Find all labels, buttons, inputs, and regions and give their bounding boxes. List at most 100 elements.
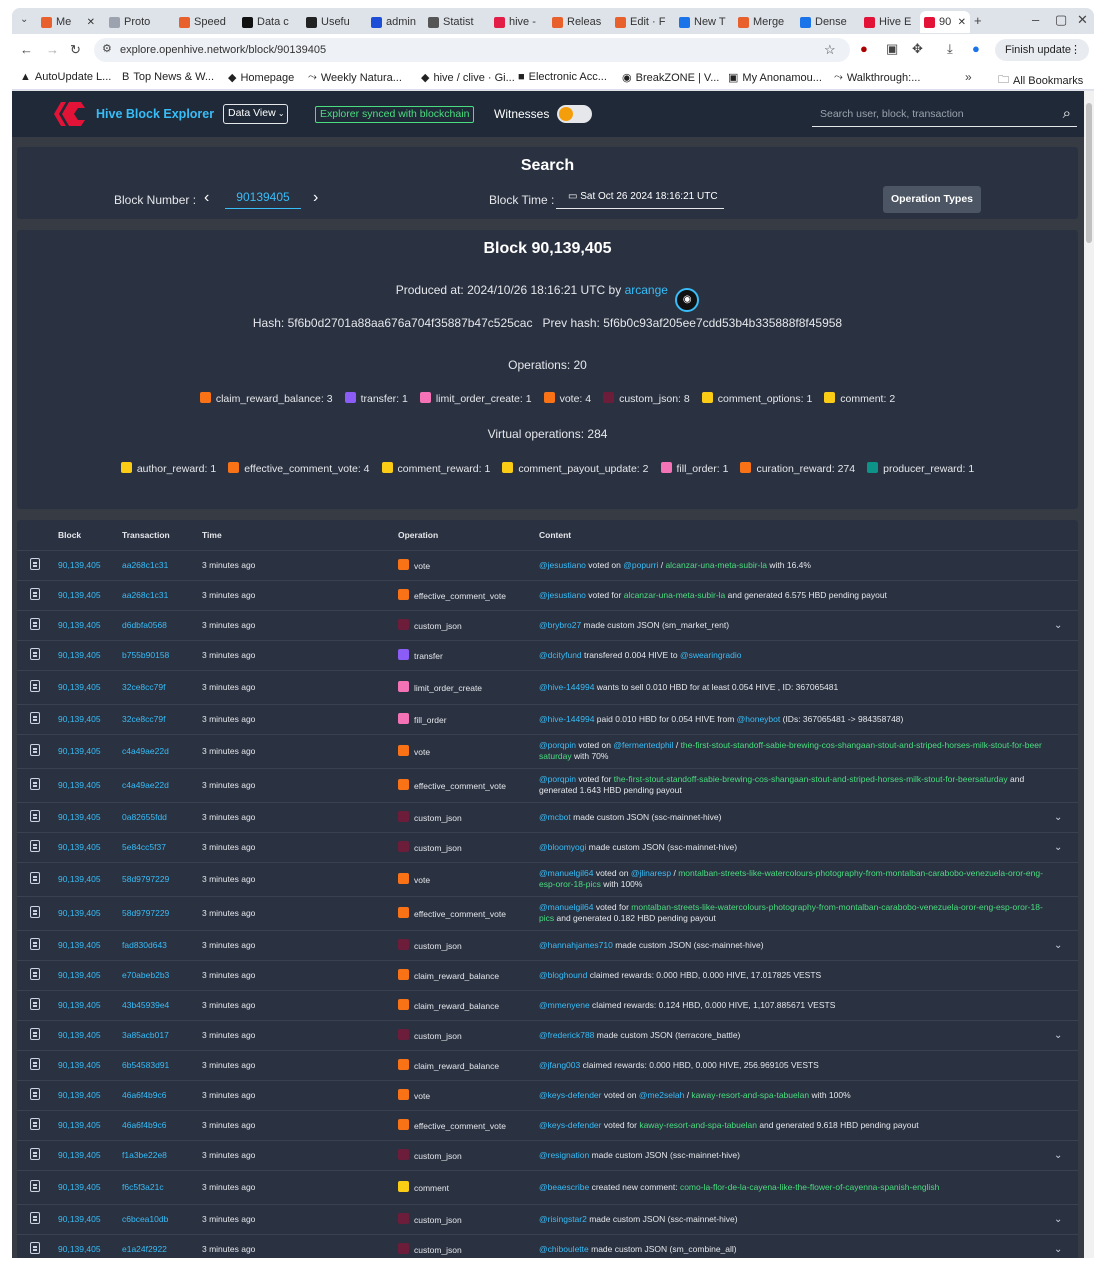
transaction-link[interactable]: c4a49ae22d	[122, 746, 169, 756]
reload-icon[interactable]: ↻	[70, 43, 81, 56]
chevron-down-icon[interactable]: ⌄	[1054, 940, 1062, 951]
block-link[interactable]: 90,139,405	[58, 1244, 101, 1254]
bookmark-item[interactable]: ◉ BreakZONE | V...	[622, 71, 719, 85]
copy-icon[interactable]	[30, 1118, 40, 1130]
block-link[interactable]: 90,139,405	[58, 682, 101, 692]
block-link[interactable]: 90,139,405	[58, 560, 101, 570]
transaction-link[interactable]: 3a85acb017	[122, 1030, 169, 1040]
search-icon[interactable]: ⌕	[1063, 105, 1071, 122]
extension-icon-2[interactable]: ▣	[886, 42, 898, 55]
browser-tab[interactable]: Me ✕	[37, 11, 99, 33]
copy-icon[interactable]	[30, 1148, 40, 1160]
more-bookmarks-icon[interactable]: »	[965, 71, 972, 83]
extension-icon-1[interactable]: ●	[860, 42, 868, 55]
block-link[interactable]: 90,139,405	[58, 940, 101, 950]
tab-search-icon[interactable]: ⌄	[20, 15, 28, 25]
chevron-down-icon[interactable]: ⌄	[1054, 1150, 1062, 1161]
extensions-icon[interactable]: ✥	[912, 42, 923, 55]
account-link[interactable]: @brybro27	[539, 620, 581, 630]
block-link[interactable]: 90,139,405	[58, 780, 101, 790]
copy-icon[interactable]	[30, 744, 40, 756]
block-link[interactable]: 90,139,405	[58, 1120, 101, 1130]
browser-tab[interactable]: Merge	[734, 11, 796, 33]
account-link[interactable]: @hive-144994	[539, 682, 594, 692]
address-bar[interactable]: ⚙ explore.openhive.network/block/9013940…	[94, 38, 850, 62]
permlink-link[interactable]: kaway-resort-and-spa-tabuelan	[639, 1120, 757, 1130]
transaction-link[interactable]: 6b54583d91	[122, 1060, 169, 1070]
transaction-link[interactable]: 43b45939e4	[122, 1000, 169, 1010]
copy-icon[interactable]	[30, 840, 40, 852]
transaction-link[interactable]: 0a82655fdd	[122, 812, 167, 822]
copy-icon[interactable]	[30, 778, 40, 790]
bookmark-item[interactable]: ■ Electronic Acc...	[518, 71, 607, 83]
transaction-link[interactable]: aa268c1c31	[122, 590, 168, 600]
bookmark-item[interactable]: ◆ hive / clive · Gi...	[421, 71, 515, 85]
browser-tab[interactable]: hive -	[490, 11, 550, 33]
account-link[interactable]: @porqpin	[539, 774, 576, 784]
account-link[interactable]: @mmenyene	[539, 1000, 590, 1010]
account-link[interactable]: @honeybot	[737, 714, 781, 724]
account-link[interactable]: @hive-144994	[539, 714, 594, 724]
block-link[interactable]: 90,139,405	[58, 746, 101, 756]
copy-icon[interactable]	[30, 588, 40, 600]
account-link[interactable]: @jlinaresp	[631, 868, 671, 878]
producer-avatar[interactable]: ◉	[675, 288, 700, 312]
account-link[interactable]: @resignation	[539, 1150, 589, 1160]
data-view-dropdown[interactable]: Data View ⌄	[223, 104, 288, 124]
account-link[interactable]: @chiboulette	[539, 1244, 589, 1254]
account-link[interactable]: @bloghound	[539, 970, 587, 980]
block-number-input[interactable]: 90139405	[225, 187, 301, 209]
browser-tab[interactable]: Usefu	[302, 11, 366, 33]
copy-icon[interactable]	[30, 872, 40, 884]
chevron-down-icon[interactable]: ⌄	[1054, 812, 1062, 823]
copy-icon[interactable]	[30, 968, 40, 980]
transaction-link[interactable]: 58d9797229	[122, 908, 169, 918]
block-link[interactable]: 90,139,405	[58, 1060, 101, 1070]
browser-tab[interactable]: 90 ✕	[920, 11, 970, 33]
bookmark-star-icon[interactable]: ☆	[824, 43, 836, 56]
account-link[interactable]: @risingstar2	[539, 1214, 587, 1224]
witnesses-toggle[interactable]	[557, 105, 592, 123]
account-link[interactable]: @swearingradio	[680, 650, 742, 660]
bookmark-item[interactable]: ⤳ Walkthrough:...	[834, 71, 920, 84]
chevron-down-icon[interactable]: ⌄	[1054, 1244, 1062, 1255]
next-block-icon[interactable]: ›	[313, 189, 318, 207]
transaction-link[interactable]: aa268c1c31	[122, 560, 168, 570]
block-link[interactable]: 90,139,405	[58, 842, 101, 852]
block-time-input[interactable]: ▭ Sat Oct 26 2024 18:16:21 UTC	[556, 187, 724, 209]
copy-icon[interactable]	[30, 1028, 40, 1040]
permlink-link[interactable]: como-la-flor-de-la-cayena-like-the-flowe…	[680, 1182, 939, 1192]
permlink-link[interactable]: kaway-resort-and-spa-tabuelan	[691, 1090, 809, 1100]
tab-close-icon[interactable]: ✕	[87, 17, 95, 28]
copy-icon[interactable]	[30, 906, 40, 918]
account-link[interactable]: @bloomyogi	[539, 842, 586, 852]
site-title[interactable]: Hive Block Explorer	[96, 107, 214, 121]
browser-tab[interactable]: Data c	[238, 11, 300, 33]
browser-tab[interactable]: admin	[367, 11, 430, 33]
copy-icon[interactable]	[30, 680, 40, 692]
block-link[interactable]: 90,139,405	[58, 1150, 101, 1160]
browser-tab[interactable]: Proto	[105, 11, 171, 33]
producer-link[interactable]: arcange	[625, 283, 668, 297]
account-link[interactable]: @me2selah	[639, 1090, 684, 1100]
bookmark-item[interactable]: ⤳ Weekly Natura...	[308, 71, 402, 84]
block-link[interactable]: 90,139,405	[58, 970, 101, 980]
hive-logo-icon[interactable]	[50, 99, 86, 129]
block-link[interactable]: 90,139,405	[58, 874, 101, 884]
prev-block-icon[interactable]: ‹	[204, 189, 209, 207]
account-link[interactable]: @jfang003	[539, 1060, 580, 1070]
transaction-link[interactable]: 58d9797229	[122, 874, 169, 884]
transaction-link[interactable]: 5e84cc5f37	[122, 842, 166, 852]
permlink-link[interactable]: alcanzar-una-meta-subir-la	[665, 560, 767, 570]
chevron-down-icon[interactable]: ⌄	[1054, 620, 1062, 631]
transaction-link[interactable]: fad830d643	[122, 940, 167, 950]
transaction-link[interactable]: c4a49ae22d	[122, 780, 169, 790]
download-icon[interactable]: ⤓	[947, 42, 953, 55]
permlink-link[interactable]: alcanzar-una-meta-subir-la	[624, 590, 726, 600]
scrollbar-thumb[interactable]	[1086, 103, 1092, 243]
close-window-icon[interactable]: ✕	[1077, 13, 1088, 26]
block-link[interactable]: 90,139,405	[58, 1030, 101, 1040]
page-scrollbar[interactable]	[1084, 91, 1094, 1258]
all-bookmarks[interactable]: 🗀 All Bookmarks	[998, 71, 1083, 90]
block-link[interactable]: 90,139,405	[58, 812, 101, 822]
